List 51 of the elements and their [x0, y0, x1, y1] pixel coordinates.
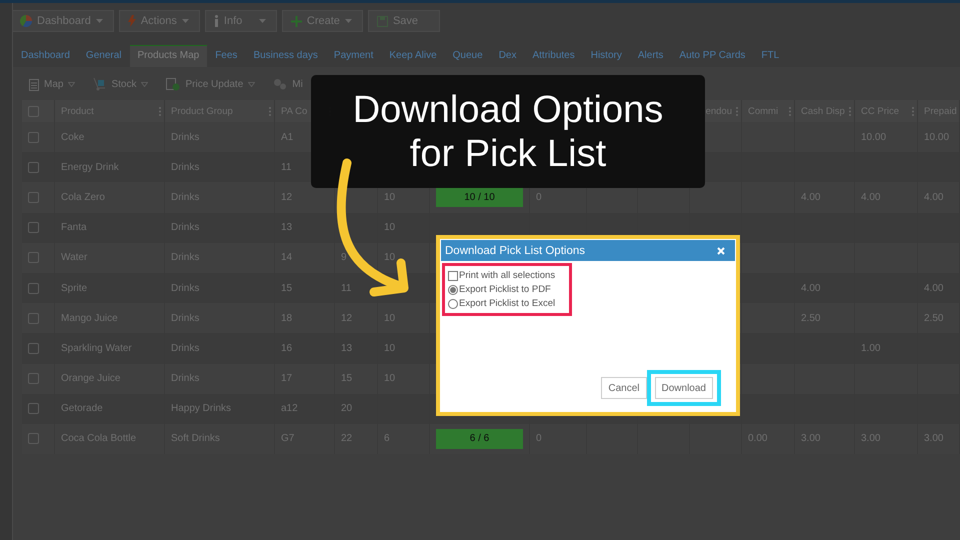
tab[interactable]: Fees	[207, 45, 246, 67]
checkbox[interactable]	[28, 312, 39, 324]
pick-status-bar: 6 / 6	[436, 428, 523, 449]
checkbox[interactable]	[28, 403, 39, 414]
lightning-icon	[128, 15, 136, 27]
tab[interactable]: Attributes	[524, 45, 583, 67]
checkbox[interactable]	[28, 252, 39, 264]
plus-icon	[290, 16, 302, 26]
clipboard-icon	[29, 78, 39, 90]
tab[interactable]: FTL	[753, 45, 788, 67]
hand-truck-icon	[93, 77, 106, 91]
caption-text: for Pick List	[410, 132, 606, 176]
info-icon	[214, 15, 219, 27]
caret-icon	[141, 82, 148, 86]
tab[interactable]: Keep Alive	[381, 45, 445, 67]
download-button[interactable]: Download	[654, 377, 713, 399]
checkbox[interactable]	[28, 282, 39, 294]
tab[interactable]: Queue	[444, 45, 491, 67]
checkbox[interactable]	[28, 106, 39, 116]
checkbox[interactable]	[28, 132, 39, 143]
tab[interactable]: History	[582, 45, 630, 67]
close-icon[interactable]	[717, 246, 725, 254]
caret-icon	[96, 19, 103, 23]
checkbox[interactable]	[28, 222, 39, 234]
checkbox[interactable]	[28, 373, 39, 384]
pick-status-bar: 10 / 10	[436, 187, 523, 208]
pie-chart-icon	[20, 15, 32, 27]
checkbox[interactable]	[28, 192, 39, 203]
caret-icon	[248, 82, 256, 86]
checkbox[interactable]	[28, 162, 39, 173]
caret-icon	[68, 82, 76, 86]
cancel-button[interactable]: Cancel	[601, 377, 647, 399]
tab[interactable]: Alerts	[630, 45, 672, 67]
tab[interactable]: Products Map	[130, 45, 208, 67]
radio-option[interactable]: Export Picklist to PDF	[448, 283, 569, 296]
tab[interactable]: Dex	[490, 45, 524, 67]
price-sheet-icon	[166, 78, 180, 90]
caret-icon	[182, 19, 189, 23]
caption-text: Download Options	[352, 88, 664, 132]
caret-icon	[344, 19, 352, 23]
radio-option[interactable]: Export Picklist to Excel	[448, 297, 569, 310]
checkbox[interactable]	[28, 342, 39, 354]
tab[interactable]: General	[78, 45, 130, 67]
tab[interactable]: Payment	[326, 45, 382, 67]
tab[interactable]: Business days	[245, 45, 326, 67]
tab[interactable]: Auto PP Cards	[671, 45, 754, 67]
caret-icon	[258, 19, 266, 23]
dialog-title: Download Pick List Options	[445, 244, 585, 256]
checkbox[interactable]	[28, 433, 39, 444]
checkbox-option[interactable]: Print with all selections	[448, 269, 569, 282]
tab[interactable]: Dashboard	[13, 45, 78, 67]
